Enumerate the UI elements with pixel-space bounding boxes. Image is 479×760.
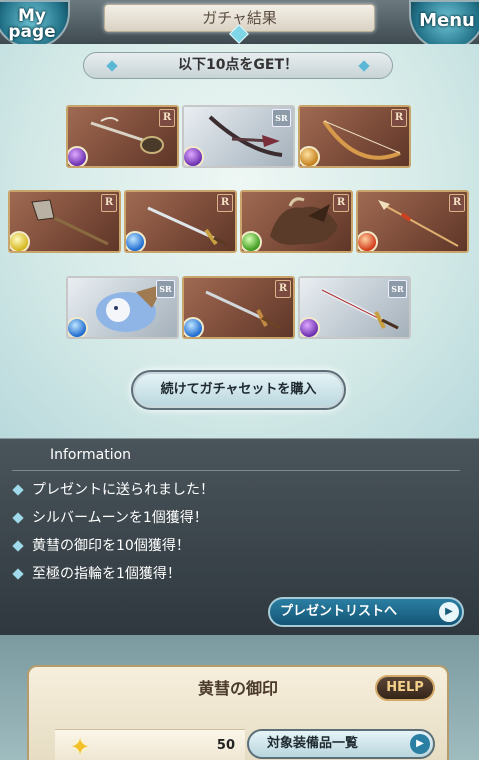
rarity-badge: SR — [272, 109, 291, 127]
information-panel: Information プレゼントに送られました！ シルバームーンを1個獲得！ … — [0, 438, 479, 635]
target-equipment-list-button[interactable]: 対象装備品一覧 ▶ — [247, 729, 435, 759]
info-message: 至極の指輪を1個獲得！ — [12, 563, 181, 585]
wind-element-icon — [242, 231, 262, 251]
rarity-badge: R — [449, 194, 465, 212]
result-item-5[interactable]: R — [124, 190, 237, 253]
gacha-result-area: 以下10点をGET！ R SR R R R R R SR R SR 続けてガチャ… — [0, 44, 479, 438]
diamond-bullet-icon — [12, 568, 24, 580]
menu-button[interactable]: Menu — [409, 0, 479, 50]
result-item-7[interactable]: R — [356, 190, 469, 253]
rarity-badge: SR — [156, 280, 175, 298]
divider — [12, 470, 460, 471]
result-item-10[interactable]: SR — [298, 276, 411, 339]
star-emblem-icon: ✦ — [69, 733, 91, 760]
rarity-badge: R — [275, 280, 291, 298]
diamond-bullet-icon — [12, 512, 24, 524]
result-item-1[interactable]: R — [66, 105, 179, 168]
diamond-icon — [358, 60, 370, 72]
result-item-9[interactable]: R — [182, 276, 295, 339]
result-item-6[interactable]: R — [240, 190, 353, 253]
rarity-badge: R — [159, 109, 175, 127]
water-element-icon — [184, 317, 204, 337]
info-message: シルバームーンを1個獲得！ — [12, 507, 208, 529]
light-element-icon — [10, 231, 30, 251]
info-message-text: シルバームーンを1個獲得！ — [32, 510, 208, 526]
present-list-button[interactable]: プレゼントリストへ ▶ — [268, 597, 464, 627]
diamond-bullet-icon — [12, 484, 24, 496]
dark-element-icon — [184, 146, 204, 166]
present-list-label: プレゼントリストへ — [280, 604, 398, 619]
result-item-2[interactable]: SR — [182, 105, 295, 168]
rarity-badge: R — [217, 194, 233, 212]
item-count-box: ✦ 50 — [55, 729, 245, 760]
info-message: 黄彗の御印を10個獲得！ — [12, 535, 190, 557]
information-title: Information — [50, 447, 132, 463]
target-list-label: 対象装備品一覧 — [267, 736, 359, 751]
item-detail-area: 黄彗の御印 HELP ✦ 50 対象装備品一覧 ▶ — [0, 635, 479, 760]
result-item-4[interactable]: R — [8, 190, 121, 253]
get-banner: 以下10点をGET！ — [83, 52, 393, 79]
help-button[interactable]: HELP — [375, 675, 435, 701]
info-message-text: プレゼントに送られました！ — [32, 482, 214, 498]
rarity-badge: R — [101, 194, 117, 212]
diamond-bullet-icon — [12, 540, 24, 552]
buy-gacha-set-button[interactable]: 続けてガチャセットを購入 — [131, 370, 346, 410]
result-item-3[interactable]: R — [298, 105, 411, 168]
item-count: 50 — [216, 738, 235, 753]
fire-element-icon — [358, 231, 378, 251]
rarity-badge: R — [391, 109, 407, 127]
dark-element-icon — [68, 146, 88, 166]
earth-element-icon — [300, 146, 320, 166]
item-panel: 黄彗の御印 HELP ✦ 50 対象装備品一覧 ▶ — [27, 665, 449, 760]
info-message: プレゼントに送られました！ — [12, 479, 214, 501]
dark-element-icon — [300, 317, 320, 337]
info-message-text: 至極の指輪を1個獲得！ — [32, 566, 181, 582]
mypage-label: My page — [8, 6, 56, 42]
info-message-text: 黄彗の御印を10個獲得！ — [32, 538, 190, 554]
header-bar: My page ガチャ結果 Menu — [0, 0, 479, 50]
play-arrow-icon: ▶ — [439, 602, 459, 622]
play-arrow-icon: ▶ — [410, 734, 430, 754]
get-banner-text: 以下10点をGET！ — [177, 57, 299, 73]
result-item-8[interactable]: SR — [66, 276, 179, 339]
rarity-badge: SR — [388, 280, 407, 298]
rarity-badge: R — [333, 194, 349, 212]
water-element-icon — [126, 231, 146, 251]
water-element-icon — [68, 317, 88, 337]
diamond-icon — [106, 60, 118, 72]
mypage-button[interactable]: My page — [0, 0, 70, 48]
